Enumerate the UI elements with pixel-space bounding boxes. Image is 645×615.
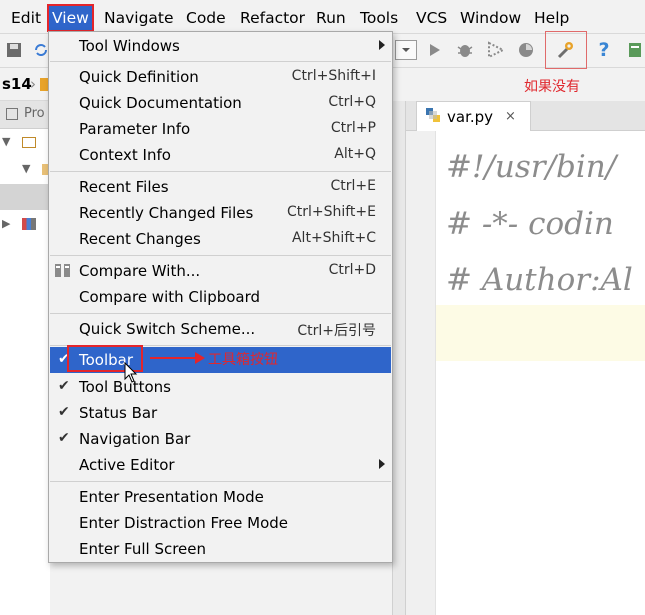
menu-item-presentation-mode[interactable]: Enter Presentation Mode: [50, 484, 391, 510]
menu-run[interactable]: Run: [313, 6, 349, 30]
annotation-arrow: [150, 357, 196, 359]
python-file-icon: [425, 107, 441, 127]
menu-item-full-screen[interactable]: Enter Full Screen: [50, 536, 391, 562]
menu-item-quick-documentation[interactable]: Quick Documentation Ctrl+Q: [50, 90, 391, 116]
mouse-cursor-icon: [124, 362, 138, 383]
editor-tabs: var.py ×: [406, 101, 645, 131]
menu-view[interactable]: View: [47, 4, 94, 32]
menu-item-distraction-free-mode[interactable]: Enter Distraction Free Mode: [50, 510, 391, 536]
expand-icon[interactable]: ▼: [2, 135, 10, 148]
library-icon: [22, 218, 36, 230]
save-icon[interactable]: [3, 39, 25, 61]
editor-tab-label: var.py: [447, 107, 494, 126]
menu-window[interactable]: Window: [457, 6, 524, 30]
project-tab[interactable]: Pro: [0, 101, 50, 129]
menu-item-status-bar[interactable]: ✔ Status Bar: [50, 400, 391, 426]
menu-separator: [50, 255, 391, 256]
submenu-arrow-icon: [379, 459, 385, 469]
menu-separator: [50, 171, 391, 172]
help-icon[interactable]: ?: [593, 39, 615, 61]
annotation-if-missing: 如果没有: [524, 79, 580, 95]
menu-item-context-info[interactable]: Context Info Alt+Q: [50, 142, 391, 168]
menu-item-recently-changed-files[interactable]: Recently Changed Files Ctrl+Shift+E: [50, 200, 391, 226]
run-config-dropdown[interactable]: [394, 39, 418, 61]
tree-selected-row[interactable]: [0, 184, 50, 210]
menu-code[interactable]: Code: [183, 6, 229, 30]
menu-item-active-editor[interactable]: Active Editor: [50, 452, 391, 478]
annotation-toolbar-hint: 工具箱按钮: [208, 352, 278, 368]
menu-help[interactable]: Help: [531, 6, 572, 30]
menu-vcs[interactable]: VCS: [413, 6, 450, 30]
menu-separator: [50, 313, 391, 314]
menu-item-parameter-info[interactable]: Parameter Info Ctrl+P: [50, 116, 391, 142]
menu-separator: [50, 481, 391, 482]
checkmark-icon: ✔: [58, 378, 70, 394]
code-line: # Author:Al: [446, 262, 633, 298]
menu-tools[interactable]: Tools: [357, 6, 401, 30]
expand-icon[interactable]: ▼: [22, 162, 30, 175]
menu-item-quick-definition[interactable]: Quick Definition Ctrl+Shift+I: [50, 64, 391, 90]
menu-item-recent-files[interactable]: Recent Files Ctrl+E: [50, 174, 391, 200]
project-tree: ▼ ▼ ▶: [0, 129, 50, 615]
folder-icon: [22, 137, 36, 148]
expand-icon[interactable]: ▶: [2, 217, 10, 230]
editor-gutter: [406, 131, 436, 615]
annotation-arrow-head: [195, 352, 205, 364]
breadcrumb: s14 ›: [0, 69, 50, 101]
menu-item-navigation-bar[interactable]: ✔ Navigation Bar: [50, 426, 391, 452]
menu-refactor[interactable]: Refactor: [237, 6, 308, 30]
menu-item-tool-windows[interactable]: Tool Windows: [50, 33, 391, 59]
chevron-right-icon: ›: [30, 75, 36, 93]
menu-item-compare-clipboard[interactable]: Compare with Clipboard: [50, 284, 391, 310]
db-icon[interactable]: [624, 39, 645, 61]
menu-separator: [50, 61, 391, 62]
coverage-icon[interactable]: [485, 39, 507, 61]
code-editor[interactable]: #!/usr/bin/ # -*- codin # Author:Al: [436, 131, 645, 615]
submenu-arrow-icon: [379, 40, 385, 50]
menu-item-compare-with[interactable]: Compare With... Ctrl+D: [50, 258, 391, 284]
checkmark-icon: ✔: [58, 430, 70, 446]
menu-edit[interactable]: Edit: [8, 6, 44, 30]
editor-tab-var-py[interactable]: var.py ×: [416, 101, 531, 131]
compare-icon: [54, 263, 71, 278]
checkmark-icon: ✔: [58, 404, 70, 420]
view-menu-dropdown: Tool Windows Quick Definition Ctrl+Shift…: [48, 31, 393, 563]
code-line: #!/usr/bin/: [446, 149, 617, 185]
highlight-box: [545, 31, 587, 69]
menu-item-tool-buttons[interactable]: ✔ Tool Buttons: [50, 374, 391, 400]
close-icon[interactable]: ×: [505, 109, 516, 124]
menu-item-quick-switch-scheme[interactable]: Quick Switch Scheme... Ctrl+后引号: [50, 316, 391, 342]
debug-icon[interactable]: [454, 39, 476, 61]
code-line: # -*- codin: [446, 206, 614, 242]
profile-icon[interactable]: [515, 39, 537, 61]
project-icon: [6, 108, 18, 120]
project-tab-label: Pro: [24, 106, 45, 121]
menu-bar: Edit View Navigate Code Refactor Run Too…: [0, 0, 645, 34]
menu-navigate[interactable]: Navigate: [101, 6, 177, 30]
menu-item-recent-changes[interactable]: Recent Changes Alt+Shift+C: [50, 226, 391, 252]
current-line-highlight: [436, 305, 645, 361]
breadcrumb-project[interactable]: s14: [2, 75, 32, 93]
panel-splitter[interactable]: [392, 101, 406, 615]
run-icon[interactable]: [423, 39, 445, 61]
